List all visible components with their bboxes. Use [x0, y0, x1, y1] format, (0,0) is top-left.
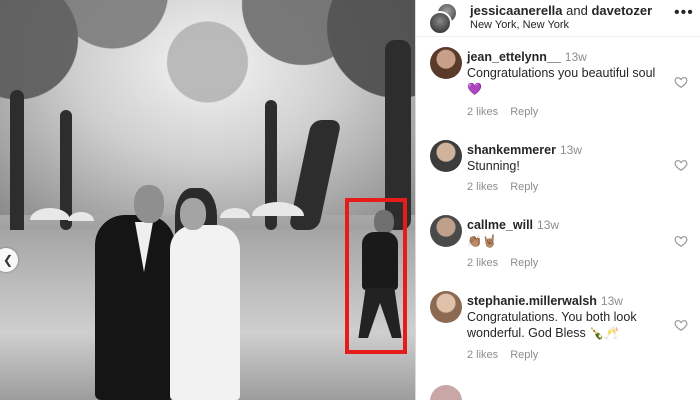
- bride-figure: [170, 225, 240, 400]
- comment-time[interactable]: 13w: [537, 218, 559, 232]
- comment-body: shankemmerer 13w Stunning!: [467, 142, 672, 174]
- authors-separator: and: [562, 3, 592, 18]
- photo-tree-trunk: [10, 90, 24, 240]
- comment-time[interactable]: 13w: [565, 50, 587, 64]
- comment-username[interactable]: stephanie.millerwalsh: [467, 294, 597, 308]
- likes-count[interactable]: 2 likes: [467, 181, 498, 193]
- reply-button[interactable]: Reply: [510, 349, 538, 361]
- comment-emoji: 💜: [467, 82, 482, 96]
- comment-text: Stunning!: [467, 159, 520, 173]
- avatar[interactable]: [428, 11, 452, 35]
- reply-button[interactable]: Reply: [510, 257, 538, 269]
- bride-face: [180, 198, 206, 230]
- comment-text: Congratulations. You both look wonderful…: [467, 309, 672, 341]
- reply-button[interactable]: Reply: [510, 181, 538, 193]
- heart-icon[interactable]: [674, 75, 688, 89]
- author-username-link[interactable]: jessicaanerella: [470, 3, 563, 18]
- avatar[interactable]: [430, 140, 462, 172]
- chevron-left-icon: ❮: [2, 253, 14, 267]
- comment-actions: 2 likes Reply: [467, 257, 550, 269]
- post-location-link[interactable]: New York, New York: [470, 19, 569, 31]
- comment-actions: 2 likes Reply: [467, 181, 550, 193]
- likes-count[interactable]: 2 likes: [467, 106, 498, 118]
- comment-username[interactable]: callme_will: [467, 218, 533, 232]
- post-authors: jessicaanerella and davetozer: [470, 3, 652, 18]
- likes-count[interactable]: 2 likes: [467, 349, 498, 361]
- heart-icon[interactable]: [674, 234, 688, 248]
- avatar[interactable]: [430, 385, 462, 400]
- comment-username[interactable]: jean_ettelynn__: [467, 50, 561, 64]
- heart-icon[interactable]: [674, 158, 688, 172]
- comment-actions: 2 likes Reply: [467, 106, 550, 118]
- comment-emoji: 👏🏽🤘🏽: [467, 234, 497, 248]
- author-avatars[interactable]: [428, 2, 462, 36]
- comment-actions: 2 likes Reply: [467, 349, 550, 361]
- comment-emoji: 🍾🥂: [589, 326, 620, 340]
- comment-time[interactable]: 13w: [560, 143, 582, 157]
- reply-button[interactable]: Reply: [510, 106, 538, 118]
- likes-count[interactable]: 2 likes: [467, 257, 498, 269]
- coauthor-username-link[interactable]: davetozer: [591, 3, 652, 18]
- avatar[interactable]: [430, 215, 462, 247]
- groom-head: [134, 185, 164, 223]
- avatar[interactable]: [430, 291, 462, 323]
- comment-body: stephanie.millerwalsh 13w Congratulations…: [467, 293, 672, 341]
- post-header: jessicaanerella and davetozer New York, …: [416, 0, 700, 37]
- comment-text: Congratulations you beautiful soul: [467, 66, 656, 80]
- avatar[interactable]: [430, 47, 462, 79]
- more-options-icon[interactable]: •••: [674, 4, 694, 22]
- comments-pane: jessicaanerella and davetozer New York, …: [416, 0, 700, 400]
- comment-username[interactable]: shankemmerer: [467, 143, 556, 157]
- comment-time[interactable]: 13w: [601, 294, 623, 308]
- groom-figure: [95, 215, 175, 400]
- heart-icon[interactable]: [674, 318, 688, 332]
- comment-body: jean_ettelynn__ 13w Congratulations you b…: [467, 49, 672, 97]
- post-photo: ❮: [0, 0, 415, 400]
- comment-body: callme_will 13w 👏🏽🤘🏽: [467, 217, 672, 249]
- red-highlight-box: [345, 198, 407, 354]
